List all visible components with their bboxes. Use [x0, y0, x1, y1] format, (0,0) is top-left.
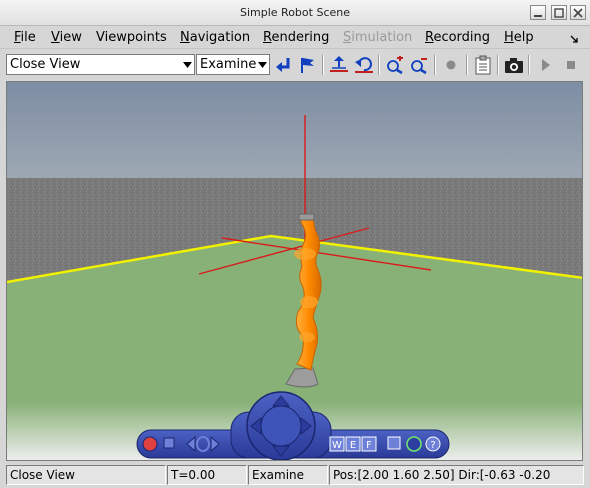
return-button[interactable] [273, 54, 295, 76]
toolbar: Close View Examine [0, 51, 590, 79]
straighten-button[interactable] [328, 54, 350, 76]
nav-close-icon[interactable] [142, 436, 158, 452]
nav-window-icon[interactable] [163, 437, 175, 449]
status-time: T=0.00 [167, 465, 247, 485]
toolbar-separator [497, 55, 499, 75]
toolbar-separator [322, 55, 324, 75]
toolbar-separator [434, 55, 436, 75]
menu-navigation[interactable]: Navigation [180, 30, 250, 45]
undo-move-button[interactable] [353, 54, 375, 76]
clipboard-button[interactable] [472, 54, 494, 76]
nav-fit-icon[interactable] [387, 436, 401, 450]
zoom-out-button[interactable] [408, 54, 430, 76]
zoom-in-icon [387, 56, 403, 74]
screenshot-button[interactable] [503, 54, 525, 76]
close-icon [573, 7, 583, 18]
title-bar: Simple Robot Scene [0, 0, 590, 26]
nav-w-label: W [332, 440, 342, 451]
sky [7, 82, 582, 182]
scene-canvas[interactable]: W E F ? [7, 82, 583, 461]
menu-viewpoints[interactable]: Viewpoints [96, 30, 167, 45]
toolbar-separator [528, 55, 530, 75]
scene-viewport[interactable]: W E F ? [6, 81, 583, 461]
flag-button[interactable] [296, 54, 318, 76]
menu-recording[interactable]: Recording [425, 30, 490, 45]
play-icon [542, 59, 550, 71]
clipboard-icon [475, 55, 491, 75]
maximize-button[interactable] [551, 5, 567, 20]
minimize-icon [534, 14, 542, 17]
menu-pin-icon[interactable] [568, 33, 580, 45]
menu-simulation: Simulation [343, 30, 413, 45]
viewpoint-select-value: Close View [10, 57, 81, 72]
chevron-down-icon [255, 55, 269, 74]
zoom-out-icon [411, 58, 427, 74]
menu-view[interactable]: View [51, 30, 82, 45]
menu-rendering[interactable]: Rendering [263, 30, 329, 45]
status-mode: Examine [248, 465, 328, 485]
play-button [535, 54, 557, 76]
status-position: Pos:[2.00 1.60 2.50] Dir:[-0.63 -0.20 [329, 465, 584, 485]
navigation-mode-select[interactable]: Examine [196, 54, 270, 75]
minimize-button[interactable] [530, 5, 546, 20]
menu-help[interactable]: Help [504, 30, 534, 45]
straighten-icon [330, 56, 348, 72]
record-icon [446, 60, 456, 70]
status-bar: Close View T=0.00 Examine Pos:[2.00 1.60… [0, 463, 590, 488]
toolbar-separator [466, 55, 468, 75]
camera-icon [505, 58, 523, 73]
menu-bar: File View Viewpoints Navigation Renderin… [0, 27, 590, 49]
record-button [440, 54, 462, 76]
close-button[interactable] [570, 5, 586, 20]
window-title: Simple Robot Scene [240, 6, 350, 19]
nav-e-label: E [350, 440, 356, 451]
maximize-icon [554, 7, 564, 18]
undo-move-icon [355, 57, 373, 73]
flag-icon [301, 58, 314, 73]
status-viewpoint: Close View [6, 465, 166, 485]
navigation-mode-value: Examine [200, 57, 257, 72]
stop-button [560, 54, 582, 76]
stop-icon [567, 61, 575, 69]
toolbar-separator [378, 55, 380, 75]
viewpoint-select[interactable]: Close View [6, 54, 195, 75]
chevron-down-icon [180, 55, 194, 74]
headlight-icon[interactable] [406, 436, 422, 452]
return-icon [276, 58, 290, 72]
nav-help-label: ? [430, 440, 435, 451]
menu-file[interactable]: File [14, 30, 36, 45]
zoom-in-button[interactable] [384, 54, 406, 76]
nav-f-label: F [366, 440, 372, 451]
